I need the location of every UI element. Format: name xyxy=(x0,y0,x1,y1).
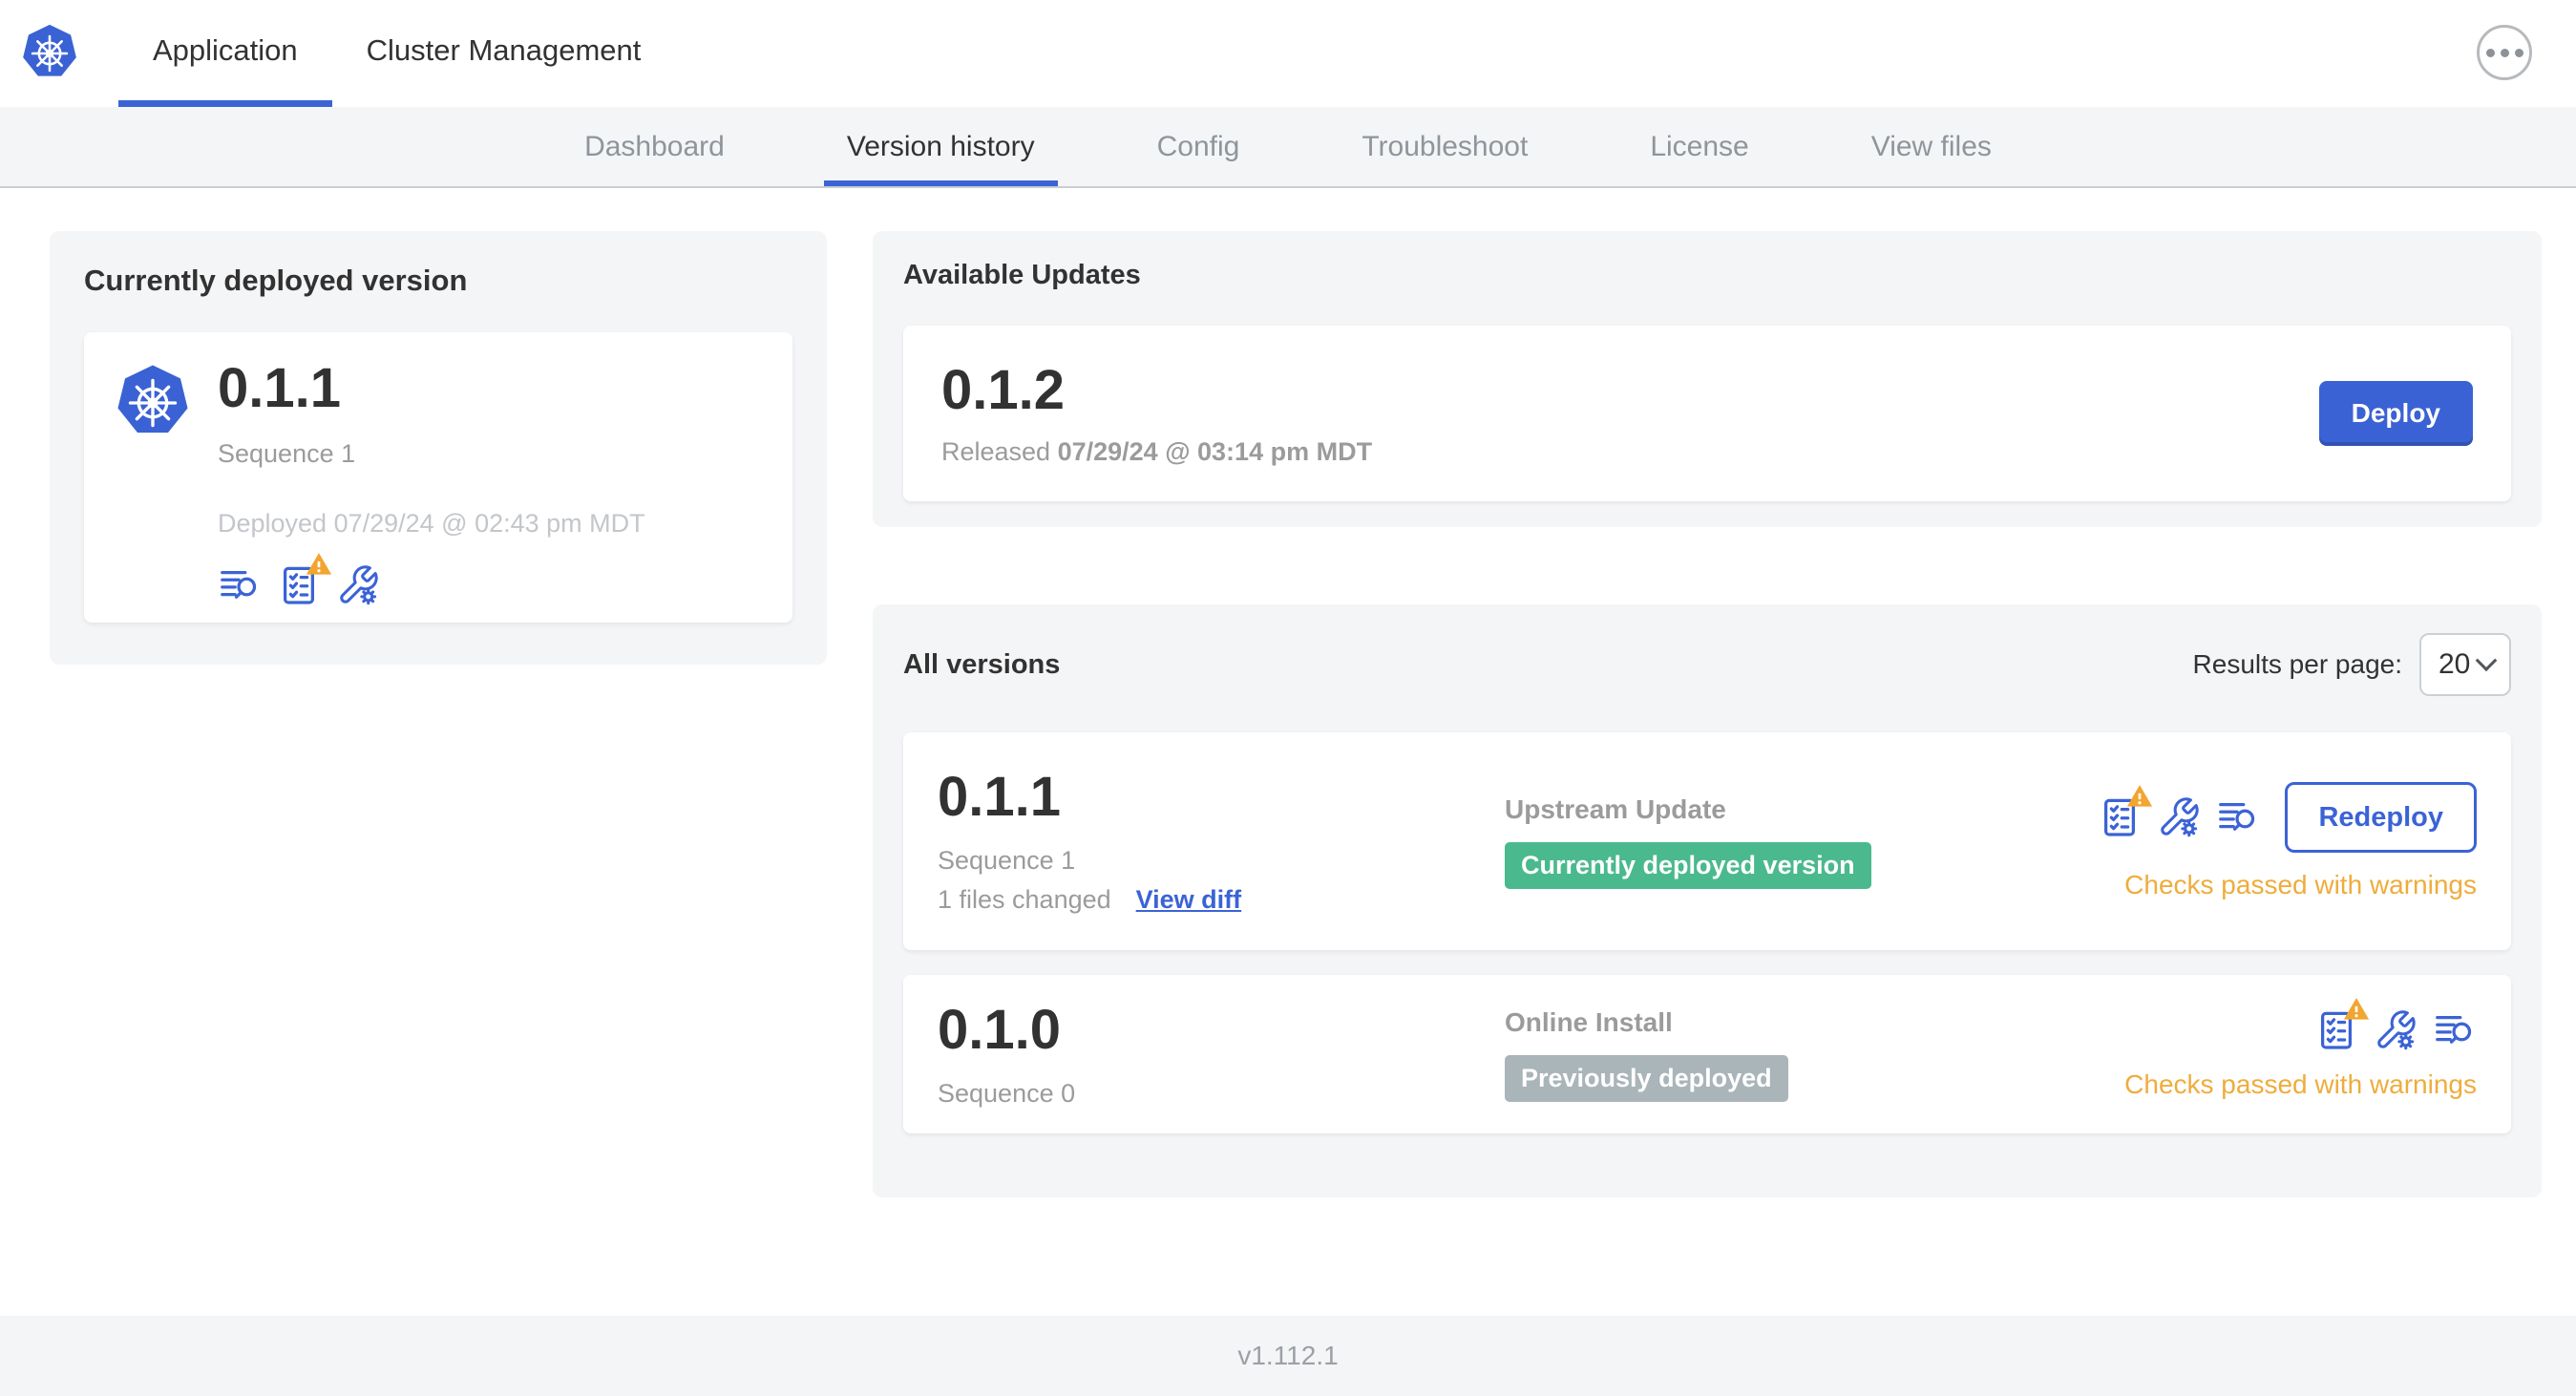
results-per-page-label: Results per page: xyxy=(2192,649,2402,679)
available-updates-card: Available Updates 0.1.2 Released 07/29/2… xyxy=(873,231,2542,527)
tab-cluster-management[interactable]: Cluster Management xyxy=(332,0,676,107)
kubernetes-app-icon xyxy=(113,363,193,443)
update-row: 0.1.2 Released 07/29/24 @ 03:14 pm MDT D… xyxy=(903,326,2511,501)
tab-application[interactable]: Application xyxy=(118,0,332,107)
app-footer: v1.112.1 xyxy=(0,1316,2576,1396)
preflight-checks-warning-icon[interactable] xyxy=(277,553,332,607)
row-sequence: Sequence 0 xyxy=(938,1078,1076,1108)
deploy-logs-icon[interactable] xyxy=(2216,795,2260,839)
row-source-label: Online Install xyxy=(1505,1006,1673,1037)
deployed-sequence: Sequence 1 xyxy=(218,439,356,468)
redeploy-button[interactable]: Redeploy xyxy=(2285,782,2477,853)
subnav-dashboard[interactable]: Dashboard xyxy=(561,107,748,186)
deploy-button[interactable]: Deploy xyxy=(2318,381,2473,446)
subnav-license[interactable]: License xyxy=(1627,107,1771,186)
warning-triangle-icon xyxy=(2341,995,2372,1024)
overflow-menu-button[interactable] xyxy=(2477,25,2532,80)
edit-config-icon[interactable] xyxy=(336,563,380,607)
subnav-view-files[interactable]: View files xyxy=(1848,107,2015,186)
results-per-page-value: 20 xyxy=(2439,648,2471,680)
deploy-logs-icon[interactable] xyxy=(2433,1008,2477,1052)
row-version-number: 0.1.1 xyxy=(938,766,1061,828)
warning-triangle-icon xyxy=(304,550,334,579)
edit-config-icon[interactable] xyxy=(2157,795,2201,839)
view-diff-link[interactable]: View diff xyxy=(1136,885,1242,915)
chevron-down-icon xyxy=(2475,649,2498,672)
console-version-label: v1.112.1 xyxy=(1237,1341,1339,1370)
app-header: Application Cluster Management xyxy=(0,0,2576,107)
row-version-number: 0.1.0 xyxy=(938,998,1061,1061)
files-changed-label: 1 files changed xyxy=(938,885,1111,914)
previously-deployed-badge: Previously deployed xyxy=(1505,1054,1788,1102)
all-versions-title: All versions xyxy=(903,648,1061,680)
ellipsis-icon xyxy=(2485,48,2495,57)
subnav-config[interactable]: Config xyxy=(1134,107,1263,186)
results-per-page-select[interactable]: 20 xyxy=(2419,633,2511,696)
version-row-0-1-1: 0.1.1 Sequence 1 1 files changed View di… xyxy=(903,732,2511,950)
subnav-troubleshoot[interactable]: Troubleshoot xyxy=(1339,107,1551,186)
deployed-version-number: 0.1.1 xyxy=(218,357,341,419)
currently-deployed-card: Currently deployed version 0.1.1 Sequenc… xyxy=(50,231,827,665)
available-updates-title: Available Updates xyxy=(903,260,1141,290)
currently-deployed-badge: Currently deployed version xyxy=(1505,841,1871,889)
subnav-version-history[interactable]: Version history xyxy=(823,107,1058,186)
preflight-checks-warning-icon[interactable] xyxy=(2314,998,2370,1052)
version-row-0-1-0: 0.1.0 Sequence 0 Online Install Previous… xyxy=(903,975,2511,1133)
warning-triangle-icon xyxy=(2124,782,2155,811)
checks-status-link[interactable]: Checks passed with warnings xyxy=(2124,870,2477,900)
kubernetes-logo xyxy=(19,23,80,84)
update-released-line: Released 07/29/24 @ 03:14 pm MDT xyxy=(941,436,1373,466)
header-tabs: Application Cluster Management xyxy=(118,0,675,107)
currently-deployed-version-panel: 0.1.1 Sequence 1 Deployed 07/29/24 @ 02:… xyxy=(84,332,792,623)
update-released-date: 07/29/24 @ 03:14 pm MDT xyxy=(1057,436,1373,466)
edit-config-icon[interactable] xyxy=(2374,1008,2418,1052)
deploy-logs-icon[interactable] xyxy=(218,563,262,607)
preflight-checks-warning-icon[interactable] xyxy=(2098,785,2153,839)
app-subnav: Dashboard Version history Config Trouble… xyxy=(0,107,2576,188)
all-versions-card: All versions Results per page: 20 0.1.1 … xyxy=(873,604,2542,1197)
update-version-number: 0.1.2 xyxy=(941,358,1065,421)
currently-deployed-title: Currently deployed version xyxy=(84,264,468,297)
row-sequence: Sequence 1 xyxy=(938,846,1076,875)
deployed-timestamp: Deployed 07/29/24 @ 02:43 pm MDT xyxy=(218,509,645,538)
checks-status-link[interactable]: Checks passed with warnings xyxy=(2124,1069,2477,1100)
row-source-label: Upstream Update xyxy=(1505,793,1726,824)
